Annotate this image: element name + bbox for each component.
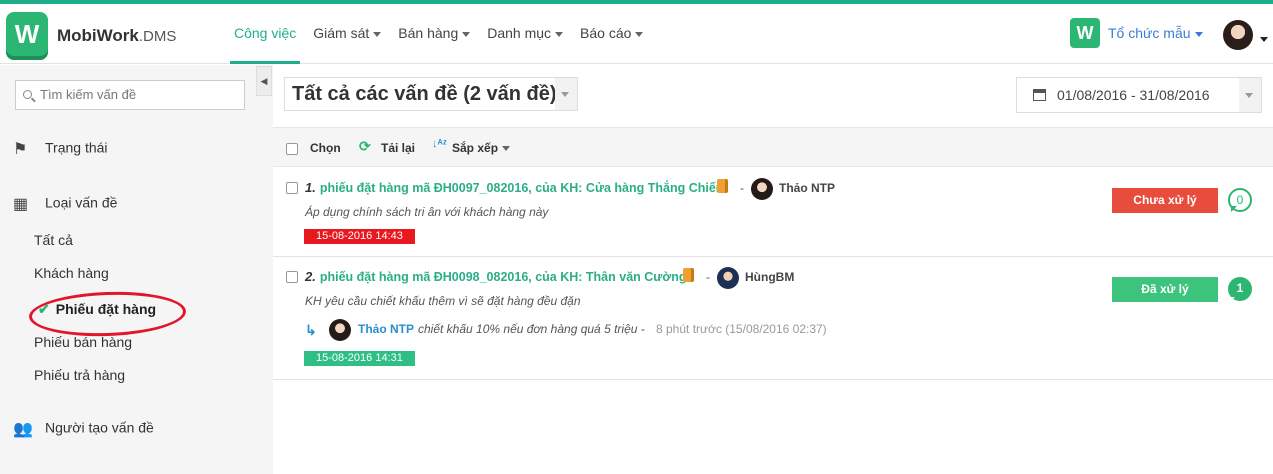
book-icon (717, 179, 728, 193)
org-logo-icon[interactable]: W (1070, 18, 1100, 48)
sidebar-collapse-button[interactable]: ◀ (256, 66, 272, 96)
status-done-button[interactable]: Đã xử lý (1112, 277, 1218, 302)
status-pending-button[interactable]: Chưa xử lý (1112, 188, 1218, 213)
search-input[interactable]: Tìm kiếm vấn đề (15, 80, 245, 110)
filter-dropdown-toggle[interactable] (555, 78, 577, 110)
nav-label: Báo cáo (580, 25, 632, 41)
sidebar-type-customer[interactable]: Khách hàng (34, 265, 109, 281)
nav-item-giam-sat[interactable]: Giám sát (309, 4, 385, 64)
sort-button[interactable]: Sắp xếp (452, 141, 511, 155)
issue-title-link[interactable]: 2. phiếu đặt hàng mã ĐH0098_082016, của K… (305, 269, 687, 284)
chevron-down-icon (373, 31, 382, 37)
sidebar-type-all[interactable]: Tất cả (34, 232, 73, 248)
sidebar-type-return-slip[interactable]: Phiếu trả hàng (34, 367, 125, 383)
select-all-checkbox[interactable] (286, 143, 298, 155)
issue-author[interactable]: Thảo NTP (779, 181, 835, 195)
book-icon (683, 268, 694, 282)
reply-arrow-icon: ↳ (305, 322, 317, 338)
issue-description: Áp dụng chính sách tri ân với khách hàng… (305, 205, 549, 219)
type-label: Phiếu trả hàng (34, 367, 126, 383)
separator: - (740, 181, 744, 195)
issue-title-link[interactable]: 1. phiếu đặt hàng mã ĐH0097_082016, của K… (305, 180, 723, 195)
nav-label: Danh mục (487, 25, 552, 41)
sidebar-item-issue-type[interactable]: ▦ Loại vấn đề (13, 194, 117, 214)
nav-item-bao-cao[interactable]: Báo cáo (576, 4, 647, 64)
org-name-label: Tổ chức mẫu (1108, 25, 1191, 41)
users-icon: 👥 (13, 421, 33, 438)
flag-icon: ⚑ (13, 141, 28, 158)
grid-icon: ▦ (13, 196, 29, 213)
chevron-down-icon (555, 31, 564, 37)
org-selector[interactable]: Tổ chức mẫu (1108, 25, 1203, 41)
reload-button[interactable]: Tải lại (381, 141, 415, 155)
avatar (717, 267, 739, 289)
search-placeholder: Tìm kiếm vấn đề (40, 87, 137, 102)
comment-count-icon[interactable]: 0 (1228, 188, 1252, 212)
avatar (751, 178, 773, 200)
brand-name-suffix: .DMS (138, 28, 177, 45)
list-toolbar (273, 127, 1273, 167)
type-label: Khách hàng (34, 265, 109, 281)
row-divider (273, 379, 1273, 380)
page-title: Tất cả các vấn đề (2 vấn đề) (292, 83, 557, 105)
brand-name[interactable]: MobiWork.DMS (57, 26, 176, 46)
user-avatar[interactable] (1223, 20, 1253, 50)
chevron-down-icon (1194, 31, 1203, 37)
date-range-value: 01/08/2016 - 31/08/2016 (1057, 87, 1210, 103)
issue-description: KH yêu cầu chiết khấu thêm vì sẽ đặt hàn… (305, 294, 581, 308)
chevron-down-icon (1260, 37, 1268, 43)
sort-alpha-icon[interactable]: ↓ᴬᶻ (432, 138, 447, 150)
sidebar-heading-label: Người tạo vấn đề (45, 419, 154, 436)
reply-timestamp: 8 phút trước (15/08/2016 02:37) (656, 322, 827, 336)
chevron-down-icon (561, 92, 569, 97)
nav-item-ban-hang[interactable]: Bán hàng (394, 4, 474, 64)
sidebar-item-creator[interactable]: 👥 Người tạo vấn đề (13, 419, 154, 439)
issue-number: 1. (305, 180, 316, 195)
date-range-picker[interactable]: 01/08/2016 - 31/08/2016 (1016, 77, 1262, 113)
issue-date-badge: 15-08-2016 14:31 (304, 351, 415, 366)
date-range-dropdown-toggle[interactable] (1239, 78, 1261, 112)
issue-date-badge: 15-08-2016 14:43 (304, 229, 415, 244)
nav-label: Công việc (234, 25, 297, 41)
chevron-down-icon (462, 31, 471, 37)
mobiwork-logo-icon[interactable]: W (6, 12, 48, 60)
calendar-icon (1033, 89, 1046, 101)
sort-label: Sắp xếp (452, 141, 499, 155)
reply-author[interactable]: Thảo NTP (358, 322, 414, 336)
issue-checkbox[interactable] (286, 271, 298, 283)
brand-name-main: MobiWork (57, 26, 139, 45)
issue-number: 2. (305, 269, 316, 284)
nav-label: Giám sát (313, 25, 370, 41)
sidebar-heading-label: Trạng thái (45, 139, 108, 156)
sidebar-heading-label: Loại vấn đề (45, 194, 118, 211)
chevron-down-icon (502, 146, 511, 152)
user-menu-toggle[interactable] (1256, 31, 1268, 46)
main-nav: Công việc Giám sát Bán hàng Danh mục Báo… (230, 4, 656, 64)
issue-title-text: phiếu đặt hàng mã ĐH0097_082016, của KH:… (319, 181, 724, 195)
issue-checkbox[interactable] (286, 182, 298, 194)
search-icon (23, 90, 32, 99)
nav-item-cong-viec[interactable]: Công việc (230, 4, 301, 64)
type-label: Tất cả (34, 232, 73, 248)
chevron-down-icon (635, 31, 644, 37)
refresh-icon[interactable]: ⟳ (359, 138, 371, 155)
comment-count-icon[interactable]: 1 (1228, 277, 1252, 303)
nav-item-danh-muc[interactable]: Danh mục (483, 4, 567, 64)
select-label[interactable]: Chọn (310, 141, 341, 155)
type-label: Phiếu bán hàng (34, 334, 133, 350)
sidebar-type-sales-slip[interactable]: Phiếu bán hàng (34, 334, 132, 350)
reply-text: chiết khấu 10% nếu đơn hàng quá 5 triệu … (418, 322, 645, 336)
app-header: W MobiWork.DMS Công việc Giám sát Bán hà… (0, 4, 1273, 64)
chevron-down-icon (1245, 93, 1253, 98)
issue-filter-select[interactable]: Tất cả các vấn đề (2 vấn đề) (284, 77, 578, 111)
sidebar-item-status[interactable]: ⚑ Trạng thái (13, 139, 108, 159)
row-divider (273, 256, 1273, 257)
nav-label: Bán hàng (398, 25, 459, 41)
separator: - (706, 270, 710, 284)
issue-title-text: phiếu đặt hàng mã ĐH0098_082016, của KH:… (319, 270, 687, 284)
issue-author[interactable]: HùngBM (745, 270, 794, 284)
avatar (329, 319, 351, 341)
